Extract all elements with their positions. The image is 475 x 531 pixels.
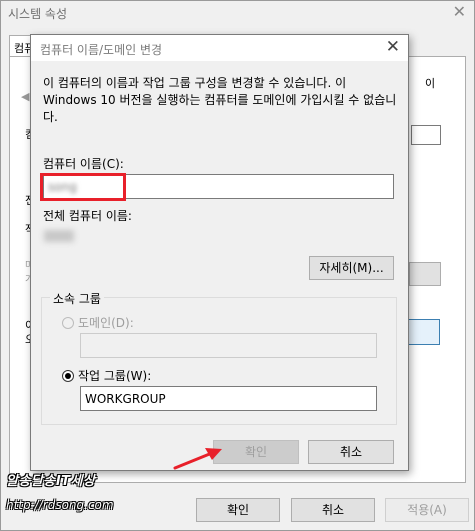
parent-change-button[interactable]: [407, 319, 440, 345]
computer-name-highlight: [40, 173, 126, 201]
parent-cancel-button[interactable]: 취소: [291, 498, 375, 522]
parent-ok-button[interactable]: 확인: [196, 498, 280, 522]
full-computer-name-value-redacted: [44, 230, 74, 242]
workgroup-input-value: WORKGROUP: [85, 392, 166, 406]
watermark-logo: 알송달송IT세상: [6, 474, 96, 489]
computer-name-label: 컴퓨터 이름(C):: [43, 157, 124, 171]
full-computer-name-label: 전체 컴퓨터 이름:: [43, 209, 132, 223]
parent-network-id-button[interactable]: [409, 262, 441, 286]
parent-description-field[interactable]: [411, 125, 441, 145]
dialog-titlebar: 컴퓨터 이름/도메인 변경 ✕: [31, 35, 408, 61]
domain-radio-label: 도메인(D):: [78, 316, 134, 330]
more-button[interactable]: 자세히(M)...: [309, 256, 394, 280]
parent-apply-button[interactable]: 적용(A): [385, 498, 469, 522]
red-arrow-annotation: [173, 448, 222, 470]
workgroup-radio[interactable]: [62, 369, 74, 382]
dialog-description: 이 컴퓨터의 이름과 작업 그룹 구성을 변경할 수 있습니다. 이 Windo…: [43, 76, 397, 124]
parent-back-icon: ◀: [21, 90, 30, 103]
domain-input[interactable]: [80, 333, 377, 358]
dialog-title: 컴퓨터 이름/도메인 변경: [40, 43, 163, 57]
parent-window-title: 시스템 속성: [8, 7, 68, 21]
workgroup-radio-label: 작업 그룹(W):: [78, 369, 152, 383]
watermark-url: http://rdsong.com: [6, 498, 114, 512]
workgroup-radio-row[interactable]: 작업 그룹(W):: [62, 367, 151, 384]
workgroup-input[interactable]: WORKGROUP: [80, 386, 377, 411]
parent-close-icon[interactable]: ✕: [453, 2, 466, 21]
domain-radio[interactable]: [62, 316, 74, 329]
dialog-cancel-button[interactable]: 취소: [308, 440, 394, 464]
member-of-legend: 소속 그룹: [50, 290, 104, 307]
member-of-group: 소속 그룹 도메인(D): 작업 그룹(W): WORKGROUP: [41, 290, 397, 425]
dialog-close-icon[interactable]: ✕: [386, 37, 400, 57]
computer-name-dialog: 컴퓨터 이름/도메인 변경 ✕ 이 컴퓨터의 이름과 작업 그룹 구성을 변경할…: [30, 34, 409, 471]
parent-fragment-label: 이: [425, 77, 436, 90]
domain-radio-row[interactable]: 도메인(D):: [62, 314, 134, 331]
